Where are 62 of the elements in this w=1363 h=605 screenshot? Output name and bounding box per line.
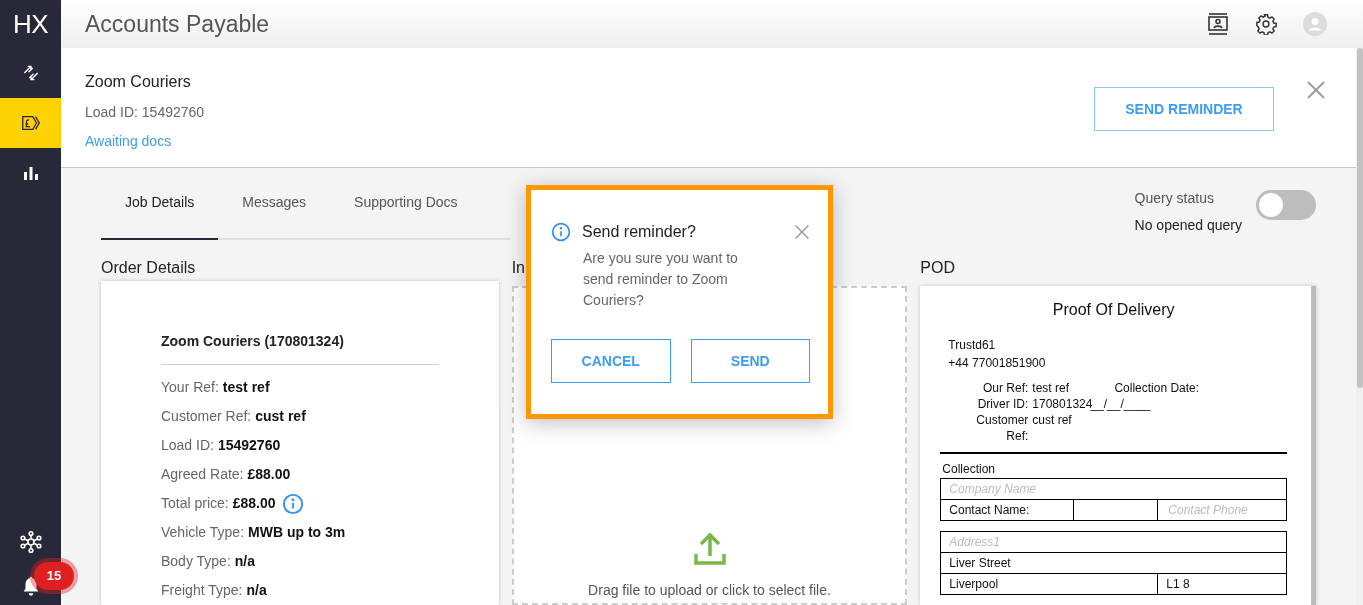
query-status-value: No opened query: [1134, 216, 1242, 235]
ref-value: cust ref: [1032, 412, 1073, 429]
field-value: £88.00: [232, 494, 276, 513]
company-name: Zoom Couriers: [85, 72, 192, 92]
field-value: cust ref: [255, 407, 306, 426]
contact-card-icon[interactable]: [1207, 12, 1229, 36]
section-heading: POD: [920, 258, 956, 278]
load-id: Load ID: 15492760: [85, 103, 206, 122]
close-icon[interactable]: [794, 224, 810, 240]
sender-phone: +44 77001851900: [948, 355, 1047, 372]
info-icon: [551, 222, 571, 242]
field-label: Agreed Rate:: [161, 465, 244, 484]
query-status-label: Query status: [1134, 189, 1215, 208]
close-icon[interactable]: [1306, 80, 1326, 100]
form-label: Contact Name:: [941, 500, 1075, 520]
ref-value: test ref: [1032, 380, 1071, 396]
order-title: Zoom Couriers (170801324): [161, 331, 439, 365]
sender-name: Trustd61: [948, 337, 997, 354]
notification-badge: 15: [34, 562, 74, 590]
query-toggle[interactable]: [1256, 190, 1316, 220]
field-label: Customer Ref:: [161, 407, 252, 426]
info-icon[interactable]: [281, 492, 304, 515]
app-logo: HX: [12, 7, 49, 41]
form-field: Contact Phone: [1158, 500, 1286, 520]
tab[interactable]: Supporting Docs: [330, 186, 482, 240]
tab[interactable]: Messages: [218, 186, 331, 240]
form-field: Liver Street: [941, 553, 1286, 574]
collection-date-label: Collection Date:: [1113, 380, 1200, 396]
field-label: Freight Type:: [161, 581, 243, 600]
form-field: L1 8: [1158, 574, 1286, 594]
ref-label: Driver ID:: [976, 396, 1029, 412]
upload-hint: Drag file to upload or click to select file.: [588, 581, 831, 600]
upload-icon: [692, 532, 727, 566]
scrollbar[interactable]: [1356, 48, 1363, 605]
section-label: Collection: [942, 461, 997, 478]
field-label: Your Ref:: [161, 378, 219, 397]
document-title: Proof Of Delivery: [1051, 300, 1176, 320]
field-value: MWB up to 3m: [248, 523, 346, 542]
ref-label: Our Ref:: [982, 380, 1029, 396]
field-value: n/a: [234, 552, 256, 571]
settings-icon[interactable]: [1255, 13, 1277, 35]
form-field: Liverpool: [941, 574, 1159, 594]
field-value: 15492760: [217, 436, 281, 455]
form-field: Address1: [941, 532, 1286, 553]
field-value: test ref: [222, 378, 270, 397]
dialog-title: Send reminder?: [582, 222, 697, 242]
network-icon[interactable]: [18, 530, 43, 554]
form-field: Company Name: [941, 479, 1286, 500]
ref-label: Customer Ref:: [975, 412, 1029, 444]
field-label: Body Type:: [161, 552, 231, 571]
page-title: Accounts Payable: [85, 9, 271, 39]
tab[interactable]: Job Details: [101, 186, 219, 240]
sidebar-nav-item[interactable]: [0, 98, 61, 148]
field-label: Load ID:: [161, 436, 214, 455]
section-heading: Order Details: [101, 258, 197, 278]
field-value: n/a: [246, 581, 267, 600]
field-value: £88.00: [247, 465, 291, 484]
section-heading: In: [511, 258, 525, 278]
date-blank: __/__/____: [1090, 396, 1152, 412]
ref-value: 170801324: [1032, 396, 1093, 412]
field-label: Total price:: [161, 494, 229, 513]
field-label: Vehicle Type:: [161, 523, 245, 542]
